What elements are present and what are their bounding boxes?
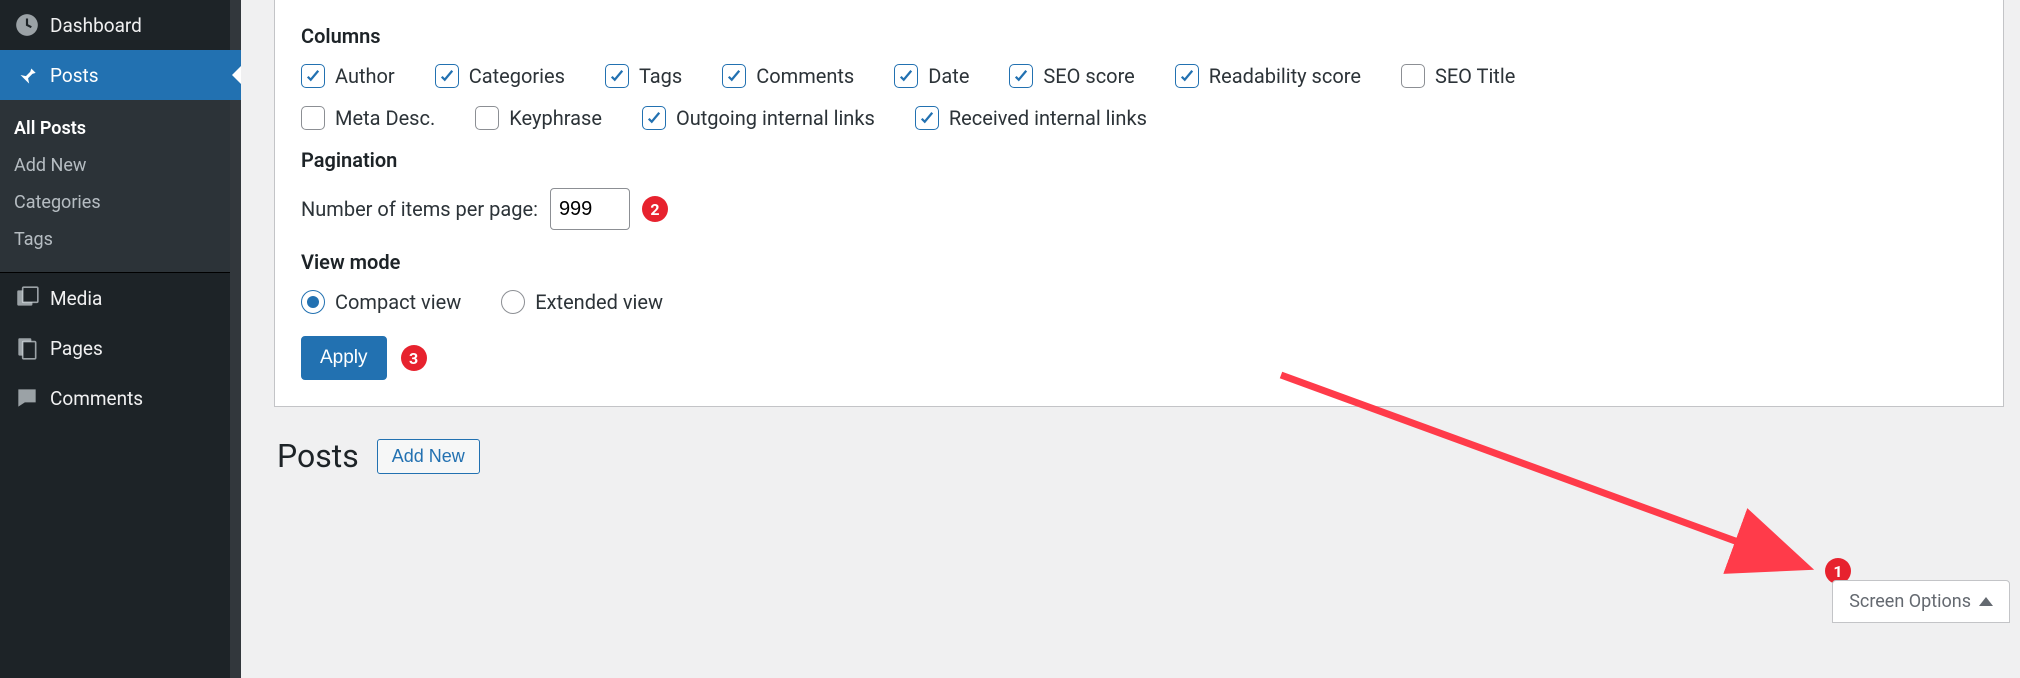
col-author[interactable]: Author: [301, 64, 395, 88]
items-per-page-input[interactable]: [550, 188, 630, 230]
viewmode-legend: View mode: [301, 250, 1977, 274]
screen-options-panel: Columns Author Categories Tags Comments …: [274, 0, 2004, 407]
viewmode-compact[interactable]: Compact view: [301, 290, 461, 314]
col-seo-title-label: SEO Title: [1435, 64, 1515, 88]
col-meta-desc[interactable]: Meta Desc.: [301, 106, 435, 130]
col-out-links[interactable]: Outgoing internal links: [642, 106, 875, 130]
annotation-3: 3: [401, 345, 427, 371]
checkbox-icon: [1175, 64, 1199, 88]
col-keyphrase[interactable]: Keyphrase: [475, 106, 602, 130]
viewmode-compact-label: Compact view: [335, 290, 461, 314]
checkbox-icon: [301, 106, 325, 130]
screen-options-label: Screen Options: [1849, 591, 1971, 612]
apply-button[interactable]: Apply: [301, 336, 387, 380]
main-content: Columns Author Categories Tags Comments …: [241, 0, 2020, 678]
checkbox-icon: [435, 64, 459, 88]
col-keyphrase-label: Keyphrase: [509, 106, 602, 130]
viewmode-row: Compact view Extended view: [301, 290, 1977, 314]
col-readability-label: Readability score: [1209, 64, 1361, 88]
media-icon: [14, 285, 40, 311]
checkbox-icon: [722, 64, 746, 88]
dashboard-icon: [14, 12, 40, 38]
apply-row: Apply 3: [301, 336, 1977, 380]
col-date-label: Date: [928, 64, 969, 88]
sidebar-item-media[interactable]: Media: [0, 273, 241, 323]
col-seo-score[interactable]: SEO score: [1009, 64, 1134, 88]
checkbox-icon: [1401, 64, 1425, 88]
sidebar-submenu-posts: All Posts Add New Categories Tags: [0, 100, 241, 272]
col-meta-desc-label: Meta Desc.: [335, 106, 435, 130]
sidebar-item-pages[interactable]: Pages: [0, 323, 241, 373]
col-seo-title[interactable]: SEO Title: [1401, 64, 1515, 88]
sidebar-label-comments: Comments: [50, 387, 143, 410]
col-tags[interactable]: Tags: [605, 64, 682, 88]
caret-up-icon: [1979, 597, 1993, 606]
columns-legend: Columns: [301, 24, 1977, 48]
sidebar-item-dashboard[interactable]: Dashboard: [0, 0, 241, 50]
radio-icon: [301, 290, 325, 314]
comments-icon: [14, 385, 40, 411]
sidebar-label-media: Media: [50, 287, 102, 310]
sidebar-scrollbar[interactable]: [230, 0, 241, 678]
screen-options-tab[interactable]: Screen Options: [1832, 580, 2010, 623]
checkbox-icon: [605, 64, 629, 88]
sidebar-sub-tags[interactable]: Tags: [0, 221, 241, 258]
sidebar-sub-add-new[interactable]: Add New: [0, 147, 241, 184]
col-out-links-label: Outgoing internal links: [676, 106, 875, 130]
add-new-button[interactable]: Add New: [377, 439, 480, 474]
checkbox-icon: [915, 106, 939, 130]
sidebar-label-pages: Pages: [50, 337, 103, 360]
annotation-2: 2: [642, 196, 668, 222]
admin-sidebar: Dashboard Posts All Posts Add New Catego…: [0, 0, 241, 678]
viewmode-extended-label: Extended view: [535, 290, 663, 314]
col-categories-label: Categories: [469, 64, 565, 88]
sidebar-item-posts[interactable]: Posts: [0, 50, 241, 100]
radio-icon: [501, 290, 525, 314]
viewmode-extended[interactable]: Extended view: [501, 290, 663, 314]
checkbox-icon: [1009, 64, 1033, 88]
col-in-links[interactable]: Received internal links: [915, 106, 1147, 130]
sidebar-label-posts: Posts: [50, 64, 99, 87]
pin-icon: [14, 62, 40, 88]
col-comments-label: Comments: [756, 64, 854, 88]
col-in-links-label: Received internal links: [949, 106, 1147, 130]
page-heading-row: Posts Add New: [277, 437, 2020, 475]
page-title: Posts: [277, 437, 359, 475]
checkbox-icon: [894, 64, 918, 88]
sidebar-sub-categories[interactable]: Categories: [0, 184, 241, 221]
checkbox-icon: [475, 106, 499, 130]
col-author-label: Author: [335, 64, 395, 88]
col-categories[interactable]: Categories: [435, 64, 565, 88]
checkbox-icon: [301, 64, 325, 88]
sidebar-label-dashboard: Dashboard: [50, 14, 142, 37]
col-comments[interactable]: Comments: [722, 64, 854, 88]
columns-row-2: Meta Desc. Keyphrase Outgoing internal l…: [301, 106, 1977, 130]
col-date[interactable]: Date: [894, 64, 969, 88]
pagination-legend: Pagination: [301, 148, 1977, 172]
items-per-page-label: Number of items per page:: [301, 197, 538, 221]
col-seo-score-label: SEO score: [1043, 64, 1134, 88]
col-readability[interactable]: Readability score: [1175, 64, 1361, 88]
pages-icon: [14, 335, 40, 361]
columns-row-1: Author Categories Tags Comments Date SEO…: [301, 64, 1977, 88]
checkbox-icon: [642, 106, 666, 130]
sidebar-sub-all-posts[interactable]: All Posts: [0, 110, 241, 147]
pagination-row: Number of items per page: 2: [301, 188, 1977, 230]
sidebar-item-comments[interactable]: Comments: [0, 373, 241, 423]
col-tags-label: Tags: [639, 64, 682, 88]
